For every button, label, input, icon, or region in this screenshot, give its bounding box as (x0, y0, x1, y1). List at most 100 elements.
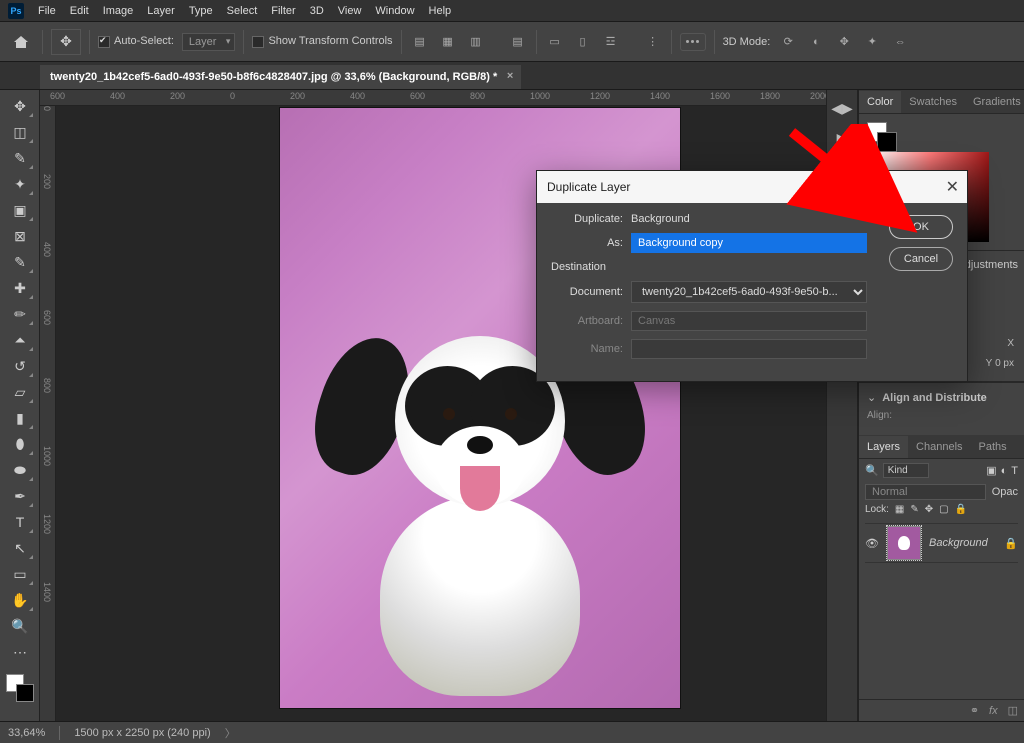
lock-pixels-icon[interactable]: ▦ (895, 504, 904, 515)
3d-zoom-icon[interactable]: ⇔ (890, 32, 910, 52)
align-right-icon[interactable]: ▥ (466, 32, 486, 52)
distribute-v-icon[interactable]: ▯ (573, 32, 593, 52)
layer-panel-footer: ⚭ fx ◫ (859, 699, 1024, 721)
menu-layer[interactable]: Layer (147, 5, 175, 17)
3d-orbit-icon[interactable]: ⟳ (778, 32, 798, 52)
show-transform-checkbox[interactable] (252, 36, 264, 48)
color-swatches[interactable] (6, 674, 34, 702)
menu-type[interactable]: Type (189, 5, 213, 17)
home-icon[interactable] (8, 29, 34, 55)
zoom-tool-icon[interactable]: 🔍 (6, 614, 34, 638)
opacity-label: Opac (992, 486, 1018, 498)
menu-window[interactable]: Window (375, 5, 414, 17)
blur-tool-icon[interactable]: ⬮ (6, 432, 34, 456)
doc-dimensions: 1500 px x 2250 px (240 ppi) (74, 727, 210, 739)
as-input[interactable] (631, 233, 867, 253)
heal-tool-icon[interactable]: ✚ (6, 276, 34, 300)
link-layers-icon[interactable]: ⚭ (970, 704, 979, 717)
3d-pan-icon[interactable]: ✥ (834, 32, 854, 52)
zoom-level[interactable]: 33,64% (8, 727, 45, 739)
toolbox: ✥ ◫ ✎ ✦ ▣ ⊠ ✎ ✚ ✏ ⏶ ↺ ▱ ▮ ⬮ ⬬ ✒ T ↖ ▭ ✋ … (0, 90, 40, 721)
menu-image[interactable]: Image (103, 5, 134, 17)
mode3d-label: 3D Mode: (723, 36, 771, 48)
tab-gradients[interactable]: Gradients (965, 91, 1024, 113)
align-center-icon[interactable]: ▦ (438, 32, 458, 52)
frame-tool-icon[interactable]: ⊠ (6, 224, 34, 248)
lock-artboard-icon[interactable]: ▢ (939, 504, 948, 515)
move-tool-icon[interactable]: ✥ (6, 94, 34, 118)
close-icon[interactable]: ✕ (946, 177, 959, 197)
toolbar-edit-icon[interactable]: ⋯ (6, 640, 34, 664)
tab-paths[interactable]: Paths (971, 436, 1015, 458)
name-input (631, 339, 867, 359)
type-tool-icon[interactable]: T (6, 510, 34, 534)
pen-tool-icon[interactable]: ✒ (6, 484, 34, 508)
layer-name-label: Background (929, 537, 996, 549)
layer-panel-tabs: Layers Channels Paths (859, 435, 1024, 459)
distribute-h-icon[interactable]: ▭ (545, 32, 565, 52)
more-options-icon[interactable] (680, 33, 706, 51)
mini-swatch[interactable] (867, 122, 897, 152)
align-left-icon[interactable]: ▤ (410, 32, 430, 52)
chevron-down-icon[interactable]: ⌄ (867, 391, 876, 404)
play-icon[interactable]: ▶ (832, 128, 852, 148)
distribute-sp-icon[interactable]: ☲ (601, 32, 621, 52)
quickselect-tool-icon[interactable]: ✦ (6, 172, 34, 196)
menu-3d[interactable]: 3D (310, 5, 324, 17)
filter-image-icon[interactable]: ▣ (986, 464, 996, 477)
filter-adjust-icon[interactable]: ◐ (1001, 465, 1008, 477)
tab-swatches[interactable]: Swatches (901, 91, 965, 113)
layer-thumbnail[interactable] (887, 526, 921, 560)
lock-all-icon[interactable]: 🔒 (955, 504, 967, 515)
menu-edit[interactable]: Edit (70, 5, 89, 17)
blend-mode-select[interactable]: Normal (865, 484, 986, 500)
eyedropper-tool-icon[interactable]: ✎ (6, 250, 34, 274)
tab-layers[interactable]: Layers (859, 436, 908, 458)
align-top-icon[interactable]: ▤ (508, 32, 528, 52)
collapse-toggle-icon[interactable]: ◀▶ (832, 98, 852, 118)
layer-filter-input[interactable] (883, 463, 929, 478)
auto-select-checkbox[interactable] (98, 36, 110, 48)
tab-color[interactable]: Color (859, 91, 901, 113)
eraser-tool-icon[interactable]: ▱ (6, 380, 34, 404)
document-tab[interactable]: twenty20_1b42cef5-6ad0-493f-9e50-b8f6c48… (40, 65, 521, 89)
menu-view[interactable]: View (338, 5, 362, 17)
cancel-button[interactable]: Cancel (889, 247, 953, 271)
brush-tool-icon[interactable]: ✏ (6, 302, 34, 326)
crop-tool-icon[interactable]: ▣ (6, 198, 34, 222)
path-tool-icon[interactable]: ↖ (6, 536, 34, 560)
3d-slide-icon[interactable]: ✦ (862, 32, 882, 52)
filter-type-icon[interactable]: T (1011, 465, 1018, 477)
menu-filter[interactable]: Filter (271, 5, 295, 17)
hand-tool-icon[interactable]: ✋ (6, 588, 34, 612)
lasso-tool-icon[interactable]: ✎ (6, 146, 34, 170)
search-icon[interactable]: 🔍 (865, 464, 879, 477)
tool-preset[interactable] (51, 29, 81, 55)
lock-move-icon[interactable]: ✥ (925, 504, 933, 515)
layer-fx-icon[interactable]: fx (989, 705, 998, 717)
lock-brush-icon[interactable]: ✎ (910, 504, 918, 515)
app-logo: Ps (8, 3, 24, 19)
visibility-icon[interactable]: 👁 (865, 537, 879, 550)
auto-select-target[interactable]: Layer (182, 33, 236, 51)
layer-mask-icon[interactable]: ◫ (1008, 704, 1018, 717)
menu-select[interactable]: Select (227, 5, 258, 17)
artboard-input (631, 311, 867, 331)
tab-channels[interactable]: Channels (908, 436, 970, 458)
lock-icon: 🔒 (1004, 537, 1018, 550)
3d-roll-icon[interactable]: ◐ (806, 32, 826, 52)
document-label: Document: (551, 286, 631, 298)
marquee-tool-icon[interactable]: ◫ (6, 120, 34, 144)
document-select[interactable]: twenty20_1b42cef5-6ad0-493f-9e50-b... (631, 281, 867, 303)
layer-row[interactable]: 👁 Background 🔒 (865, 523, 1018, 563)
menu-file[interactable]: File (38, 5, 56, 17)
history-brush-icon[interactable]: ↺ (6, 354, 34, 378)
distribute-3-icon[interactable]: ⋮ (643, 32, 663, 52)
dodge-tool-icon[interactable]: ⬬ (6, 458, 34, 482)
menu-help[interactable]: Help (429, 5, 452, 17)
ok-button[interactable]: OK (889, 215, 953, 239)
shape-tool-icon[interactable]: ▭ (6, 562, 34, 586)
artboard-label: Artboard: (551, 315, 631, 327)
gradient-tool-icon[interactable]: ▮ (6, 406, 34, 430)
stamp-tool-icon[interactable]: ⏶ (6, 328, 34, 352)
